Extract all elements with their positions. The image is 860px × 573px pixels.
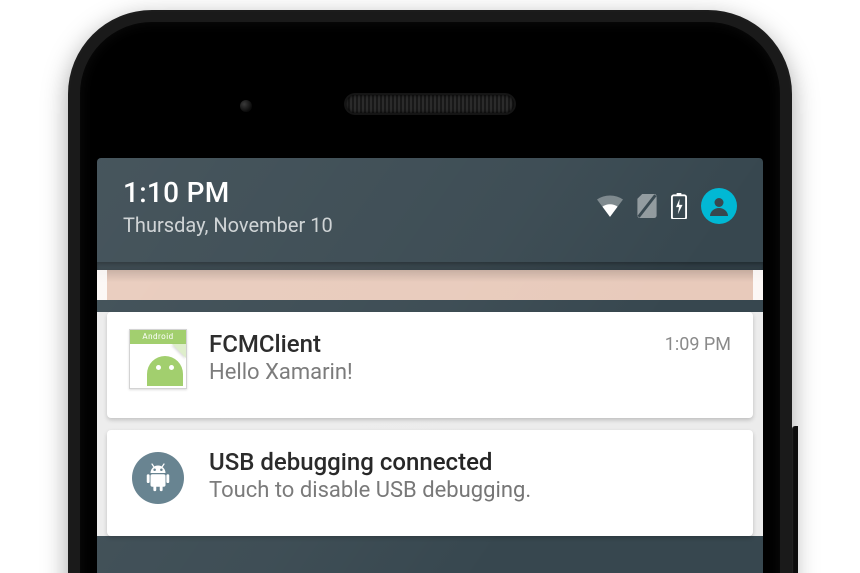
earpiece-speaker	[346, 95, 514, 113]
shade-divider	[97, 262, 763, 270]
profile-icon[interactable]	[701, 188, 737, 224]
front-sensor	[240, 100, 252, 112]
notification-body: Hello Xamarin!	[209, 360, 651, 385]
android-system-icon	[129, 448, 187, 506]
phone-screen: 1:10 PM Thursday, November 10	[97, 158, 763, 573]
phone-frame: 1:10 PM Thursday, November 10	[68, 10, 792, 573]
power-button[interactable]	[792, 426, 798, 573]
notification-card[interactable]: USB debugging connected Touch to disable…	[107, 430, 753, 536]
status-icons	[597, 188, 737, 224]
notification-card[interactable]: FCMClient Hello Xamarin! 1:09 PM	[107, 312, 753, 418]
notification-list: FCMClient Hello Xamarin! 1:09 PM	[97, 312, 763, 536]
notification-time: 1:09 PM	[665, 334, 731, 355]
default-app-icon	[129, 330, 187, 388]
notification-title: USB debugging connected	[209, 448, 731, 476]
notification-body: Touch to disable USB debugging.	[209, 478, 731, 503]
no-sim-icon	[637, 194, 657, 218]
battery-charging-icon	[671, 193, 687, 219]
notification-shade-header[interactable]: 1:10 PM Thursday, November 10	[97, 158, 763, 262]
wifi-icon	[597, 195, 623, 217]
notification-title: FCMClient	[209, 330, 651, 358]
background-peek	[97, 270, 763, 300]
